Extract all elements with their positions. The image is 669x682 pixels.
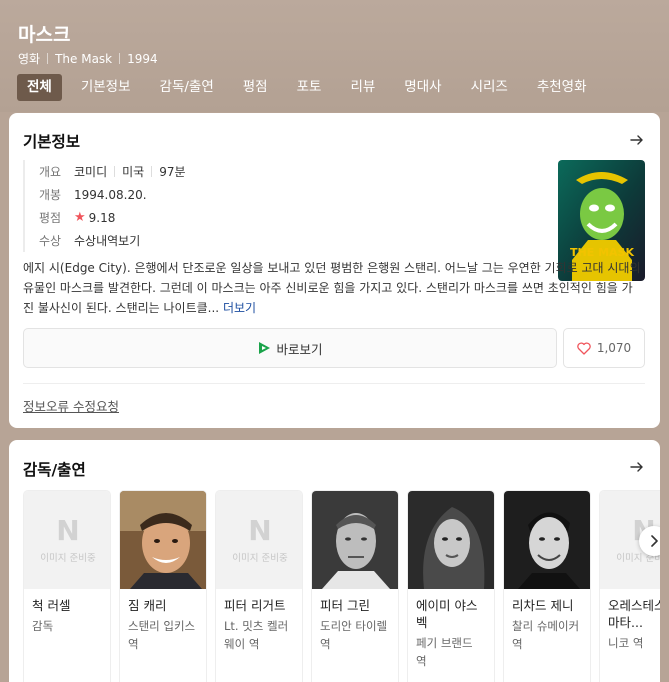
person-role: 도리안 타이렐 역	[320, 619, 388, 651]
tab-series[interactable]: 시리즈	[461, 74, 518, 101]
cast-item[interactable]: N 이미지 준비중 오레스테스 마타... 니코 역	[599, 490, 660, 682]
arrow-right-icon[interactable]	[629, 132, 645, 148]
cast-card: 감독/출연 N 이미지 준비중 척 러셀 감독 짐 캐리 스탠리 입키스 역 N…	[9, 440, 660, 682]
rating-value: ★ 9.18	[74, 210, 115, 225]
section-divider	[23, 383, 645, 384]
movie-title: 마스크	[18, 24, 71, 46]
like-button[interactable]: 1,070	[563, 328, 645, 368]
person-role: 감독	[32, 619, 54, 633]
person-name: 오레스테스 마타...	[608, 598, 660, 630]
placeholder-text: 이미지 준비중	[40, 553, 96, 564]
overview-row: 개요 코미디 미국 97분	[39, 160, 543, 183]
tab-recommended[interactable]: 추천영화	[527, 74, 597, 101]
cast-item[interactable]: N 이미지 준비중 척 러셀 감독	[23, 490, 111, 682]
person-name: 척 러셀	[32, 598, 71, 613]
release-label: 개봉	[39, 188, 62, 202]
person-name: 피터 리거트	[224, 598, 286, 613]
play-icon	[259, 342, 271, 354]
tab-bar: 전체 기본정보 감독/출연 평점 포토 리뷰 명대사 시리즈 추천영화	[17, 74, 606, 101]
overview-label: 개요	[39, 165, 62, 179]
image-placeholder: N 이미지 준비중	[24, 491, 110, 589]
runtime: 97분	[159, 165, 186, 179]
movie-header: 마스크 영화 The Mask 1994 전체 기본정보 감독/출연 평점 포토…	[0, 0, 669, 112]
cast-item[interactable]: 리차드 제니 찰리 슈메이커 역	[503, 490, 591, 682]
country: 미국	[122, 165, 145, 179]
person-role: 스탠리 입키스 역	[128, 619, 196, 651]
tab-all[interactable]: 전체	[17, 74, 62, 101]
person-name: 짐 캐리	[128, 598, 167, 613]
meta-divider	[119, 53, 121, 64]
cast-item[interactable]: N 이미지 준비중 피터 리거트 Lt. 밋츠 켈러웨이 역	[215, 490, 303, 682]
movie-category: 영화	[18, 52, 41, 66]
person-photo	[408, 491, 494, 589]
like-count: 1,070	[596, 341, 632, 355]
tab-director-cast[interactable]: 감독/출연	[150, 74, 224, 101]
value-divider	[114, 166, 116, 177]
heart-icon	[577, 341, 591, 355]
watch-label: 바로보기	[276, 341, 323, 357]
awards-label: 수상	[39, 234, 62, 248]
genre: 코미디	[74, 165, 108, 179]
person-role: Lt. 밋츠 켈러웨이 역	[224, 619, 289, 651]
person-name: 에이미 야스벡	[416, 598, 478, 630]
overview-value: 코미디 미국 97분	[74, 163, 186, 180]
cast-item[interactable]: 피터 그린 도리안 타이렐 역	[311, 490, 399, 682]
cast-title: 감독/출연	[23, 461, 86, 479]
basic-info-title: 기본정보	[23, 133, 81, 151]
watch-button[interactable]: 바로보기	[23, 328, 557, 368]
report-error-link[interactable]: 정보오류 수정요청	[23, 396, 119, 415]
info-list: 개요 코미디 미국 97분 개봉 1994.08.20. 평점 ★ 9.18 수…	[23, 160, 543, 252]
tab-photo[interactable]: 포토	[287, 74, 332, 101]
awards-row: 수상 수상내역보기	[39, 229, 543, 252]
rating-score: 9.18	[88, 210, 116, 225]
cast-item[interactable]: 에이미 야스벡 페기 브랜드 역	[407, 490, 495, 682]
tab-rating[interactable]: 평점	[233, 74, 278, 101]
synopsis: 에지 시(Edge City). 은행에서 단조로운 일상을 보내고 있던 평범…	[23, 258, 643, 318]
tab-review[interactable]: 리뷰	[340, 74, 385, 101]
person-name: 피터 그린	[320, 598, 370, 613]
release-date: 1994.08.20.	[74, 187, 147, 202]
tab-basic-info[interactable]: 기본정보	[71, 74, 141, 101]
original-title: The Mask	[55, 51, 113, 66]
image-placeholder: N 이미지 준비중	[216, 491, 302, 589]
arrow-right-icon[interactable]	[629, 459, 645, 475]
rating-row: 평점 ★ 9.18	[39, 206, 543, 229]
person-name: 리차드 제니	[512, 598, 574, 613]
person-role: 페기 브랜드 역	[416, 636, 473, 668]
value-divider	[151, 166, 153, 177]
more-link[interactable]: 더보기	[223, 301, 256, 315]
release-row: 개봉 1994.08.20.	[39, 183, 543, 206]
star-icon: ★	[74, 210, 86, 225]
placeholder-logo-icon: N	[248, 514, 272, 547]
awards-link[interactable]: 수상내역보기	[74, 232, 140, 249]
rating-label: 평점	[39, 211, 62, 225]
cast-list: N 이미지 준비중 척 러셀 감독 짐 캐리 스탠리 입키스 역 N 이미지 준…	[23, 490, 660, 682]
person-photo	[120, 491, 206, 589]
synopsis-text: 에지 시(Edge City). 은행에서 단조로운 일상을 보내고 있던 평범…	[23, 261, 641, 315]
meta-divider	[47, 53, 49, 64]
person-photo	[312, 491, 398, 589]
person-photo	[504, 491, 590, 589]
person-role: 찰리 슈메이커 역	[512, 619, 580, 651]
placeholder-text: 이미지 준비중	[232, 553, 288, 564]
person-role: 니코 역	[608, 636, 644, 650]
basic-info-card: 기본정보 개요 코미디 미국 97분 개봉 1994.08.20. 평점 ★ 9…	[9, 113, 660, 428]
placeholder-logo-icon: N	[56, 514, 80, 547]
movie-meta: 영화 The Mask 1994	[18, 50, 158, 67]
tab-quotes[interactable]: 명대사	[394, 74, 451, 101]
release-year: 1994	[127, 51, 158, 66]
chevron-right-icon	[651, 535, 658, 547]
cast-item[interactable]: 짐 캐리 스탠리 입키스 역	[119, 490, 207, 682]
